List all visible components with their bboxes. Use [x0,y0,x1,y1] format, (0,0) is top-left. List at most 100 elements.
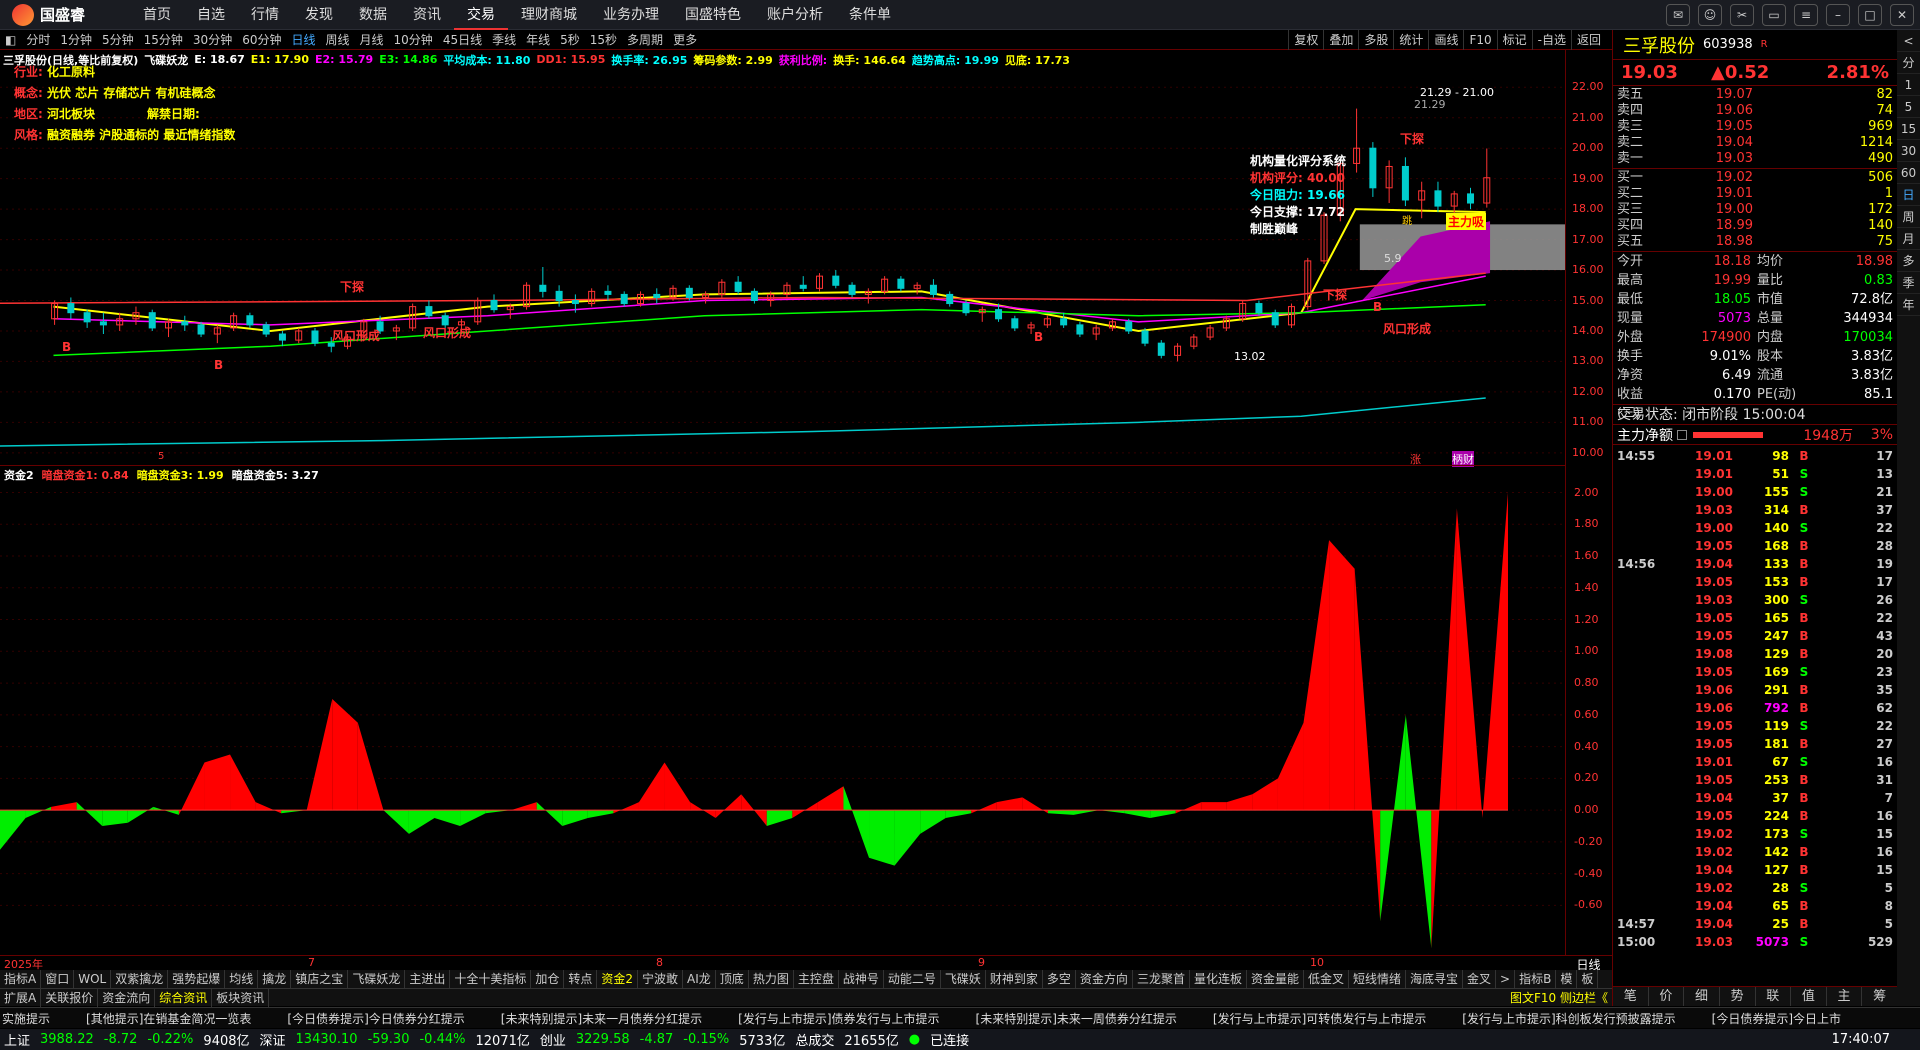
fund-flow-chart[interactable] [0,483,1565,953]
indicator-tab-right-0[interactable]: 指标B [1515,970,1557,988]
ask-row-4[interactable]: 卖一 19.03 490 [1613,151,1897,167]
side-tab-7[interactable]: 日 [1897,184,1920,206]
tabs-more-icon[interactable]: > [1496,970,1516,988]
tool-button-0[interactable]: 复权 [1288,30,1323,50]
indicator-tab-13[interactable]: 资金2 [597,970,639,988]
indicator-tab-19[interactable]: 战神号 [839,970,884,988]
stock-info-value-2[interactable]: 河北板块 [47,107,95,121]
layout-icon[interactable]: ◧ [0,30,21,50]
news-item-6[interactable]: [发行与上市提示]可转债发行与上市提示 [1213,1010,1426,1027]
indicator-tab-1[interactable]: 窗口 [41,970,75,988]
tick-list[interactable]: 14:55 19.01 98 B 17 19.01 51 S 13 19.00 155 S 21 19.0… [1613,445,1897,951]
net-inflow-toggle[interactable] [1677,429,1687,440]
tool-button-2[interactable]: 多股 [1358,30,1393,50]
indicator-tab-right-1[interactable]: 模 [1556,970,1578,988]
sh-index-label[interactable]: 上证 [4,1030,30,1049]
bid-row-0[interactable]: 买一 19.02 506 [1613,170,1897,186]
period-tab-7[interactable]: 周线 [321,30,355,50]
quote-tab-2[interactable]: 细 [1684,987,1720,1006]
skin-icon[interactable]: ▭ [1762,4,1786,26]
side-tab-1[interactable]: 分 [1897,52,1920,74]
indicator-tab-0[interactable]: 指标A [0,970,42,988]
stock-info-value-0[interactable]: 化工原料 [47,65,95,79]
period-tab-16[interactable]: 更多 [668,30,702,50]
news-item-1[interactable]: [其他提示]在销基金简况一览表 [86,1010,251,1027]
period-tab-11[interactable]: 季线 [487,30,521,50]
indicator-tab-2[interactable]: WOL [74,970,112,988]
indicator-tab-27[interactable]: 资金量能 [1247,970,1304,988]
indicator-tab-11[interactable]: 加仓 [531,970,565,988]
extension-tab-2[interactable]: 资金流向 [98,988,156,1007]
side-tab-12[interactable]: 年 [1897,294,1920,316]
bid-row-1[interactable]: 买二 19.01 1 [1613,186,1897,202]
tool-button-4[interactable]: 画线 [1428,30,1463,50]
extension-tab-3[interactable]: 综合资讯 [155,988,213,1007]
period-tab-4[interactable]: 30分钟 [188,30,237,50]
period-tab-0[interactable]: 分时 [21,30,55,50]
ask-row-0[interactable]: 卖五 19.07 82 [1613,87,1897,103]
bid-row-2[interactable]: 买三 19.00 172 [1613,202,1897,218]
indicator-tab-29[interactable]: 短线情绪 [1349,970,1407,988]
period-tab-3[interactable]: 15分钟 [139,30,188,50]
news-item-4[interactable]: [发行与上市提示]债券发行与上市提示 [738,1010,939,1027]
period-tab-10[interactable]: 45日线 [438,30,487,50]
stock-info-value-3[interactable]: 融资融券 沪股通标的 最近情绪指数 [47,128,235,142]
quote-tab-0[interactable]: 笔 [1613,987,1649,1006]
close-icon[interactable]: ✕ [1890,4,1914,26]
app-logo[interactable]: 国盛睿 [0,3,130,26]
tool-button-8[interactable]: 返回 [1570,30,1606,50]
side-tab-2[interactable]: 1 [1897,74,1920,96]
period-tab-1[interactable]: 1分钟 [55,30,97,50]
period-tab-6[interactable]: 日线 [286,30,320,50]
menu-item-11[interactable]: 条件单 [836,0,904,30]
indicator-tab-4[interactable]: 强势起爆 [168,970,226,988]
period-tab-14[interactable]: 15秒 [585,30,622,50]
news-item-2[interactable]: [今日债券提示]今日债券分红提示 [287,1010,464,1027]
maximize-icon[interactable]: □ [1858,4,1882,26]
side-tab-11[interactable]: 季 [1897,272,1920,294]
side-tab-4[interactable]: 15 [1897,118,1920,140]
tool-button-1[interactable]: 叠加 [1323,30,1358,50]
side-tab-8[interactable]: 周 [1897,206,1920,228]
indicator-tab-10[interactable]: 十全十美指标 [450,970,532,988]
period-tab-15[interactable]: 多周期 [622,30,668,50]
news-item-0[interactable]: 实施提示 [2,1010,50,1027]
news-item-8[interactable]: [今日债券提示]今日上市 [1712,1010,1841,1027]
tool-button-3[interactable]: 统计 [1393,30,1428,50]
menu-icon[interactable]: ≡ [1794,4,1818,26]
quote-tab-7[interactable]: 筹 [1862,987,1898,1006]
news-item-5[interactable]: [未来特别提示]未来一周债券分红提示 [976,1010,1177,1027]
extension-tab-4[interactable]: 板块资讯 [212,988,270,1007]
chat-icon[interactable]: ☺ [1698,4,1722,26]
side-tab-9[interactable]: 月 [1897,228,1920,250]
ask-row-1[interactable]: 卖四 19.06 74 [1613,103,1897,119]
menu-item-5[interactable]: 资讯 [400,0,454,30]
menu-item-10[interactable]: 账户分析 [754,0,836,30]
indicator-tab-5[interactable]: 均线 [225,970,259,988]
indicator-tab-18[interactable]: 主控盘 [794,970,839,988]
message-icon[interactable]: ✉ [1666,4,1690,26]
sz-index-label[interactable]: 深证 [260,1030,286,1049]
indicator-tab-16[interactable]: 顶底 [716,970,749,988]
menu-item-0[interactable]: 首页 [130,0,184,30]
indicator-tab-6[interactable]: 擒龙 [258,970,292,988]
tool-button-5[interactable]: F10 [1463,30,1496,50]
indicator-tab-24[interactable]: 资金方向 [1076,970,1133,988]
sub-indicator-value-0[interactable]: 资金2 [4,467,34,483]
indicator-tab-23[interactable]: 多空 [1043,970,1076,988]
news-item-3[interactable]: [未来特别提示]未来一月债券分红提示 [501,1010,702,1027]
menu-item-8[interactable]: 业务办理 [590,0,672,30]
indicator-tab-7[interactable]: 镇店之宝 [291,970,349,988]
tool-button-7[interactable]: -自选 [1531,30,1571,50]
indicator-tab-17[interactable]: 热力图 [749,970,794,988]
ask-row-3[interactable]: 卖二 19.04 1214 [1613,135,1897,151]
minimize-icon[interactable]: – [1826,4,1850,26]
menu-item-6[interactable]: 交易 [454,0,508,30]
tool-button-6[interactable]: 标记 [1496,30,1532,50]
period-tab-12[interactable]: 年线 [521,30,555,50]
period-tab-2[interactable]: 5分钟 [97,30,139,50]
extension-tab-1[interactable]: 关联报价 [41,988,99,1007]
menu-item-3[interactable]: 发现 [292,0,346,30]
indicator-tab-21[interactable]: 飞碟妖 [941,970,986,988]
ask-row-2[interactable]: 卖三 19.05 969 [1613,119,1897,135]
